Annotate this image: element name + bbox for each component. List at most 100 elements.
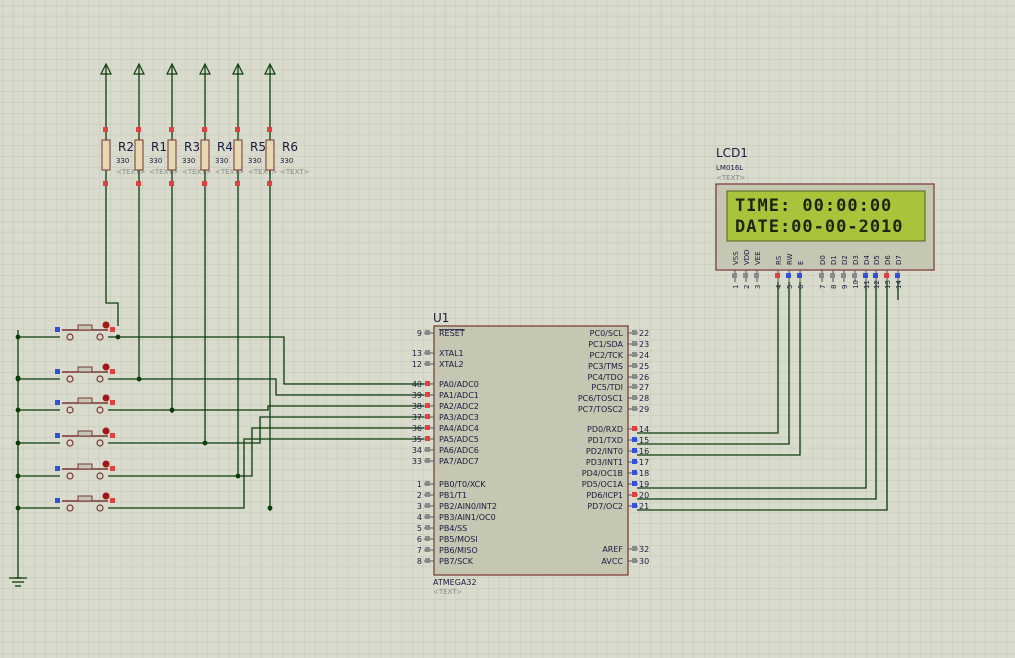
pin-marker bbox=[425, 481, 430, 486]
junction-dot bbox=[136, 376, 142, 382]
pin-number: 37 bbox=[412, 413, 422, 422]
mcu-pin-26[interactable]: 26 PC4/TDO bbox=[587, 373, 649, 382]
mcu-pin-28[interactable]: 28 PC6/TOSC1 bbox=[578, 394, 649, 403]
pin-name: RS bbox=[775, 255, 783, 265]
pin-number: 21 bbox=[639, 502, 649, 511]
pin-name: PD4/OC1B bbox=[582, 469, 623, 478]
pin-marker bbox=[743, 273, 748, 278]
resistor-ref: R1 bbox=[151, 140, 167, 154]
mcu-pin-29[interactable]: 29 PC7/TOSC2 bbox=[578, 405, 649, 414]
mcu-pin-40[interactable]: 40 PA0/ADC0 bbox=[412, 380, 479, 389]
pin-marker bbox=[830, 273, 835, 278]
pin-number: 24 bbox=[639, 351, 649, 360]
pin-number: 34 bbox=[412, 446, 422, 455]
pin-name: PB5/MOSI bbox=[439, 535, 478, 544]
pin-marker bbox=[797, 273, 802, 278]
pin-name: PA1/ADC1 bbox=[439, 391, 479, 400]
pin-marker bbox=[55, 400, 60, 405]
mcu-pin-23[interactable]: 23 PC1/SDA bbox=[588, 340, 649, 349]
pin-marker bbox=[632, 546, 637, 551]
pin-marker bbox=[55, 498, 60, 503]
pin-number: 28 bbox=[639, 394, 649, 403]
pin-number: 8 bbox=[417, 557, 422, 566]
pin-marker bbox=[235, 127, 240, 132]
switch-cap bbox=[77, 324, 93, 331]
pin-marker bbox=[425, 361, 430, 366]
mcu-pin-20[interactable]: 20 PD6/ICP1 bbox=[586, 491, 649, 500]
mcu-pin-39[interactable]: 39 PA1/ADC1 bbox=[412, 391, 479, 400]
pin-name: PB4/SS bbox=[439, 524, 467, 533]
junction-dot bbox=[15, 407, 21, 413]
junction-dot bbox=[169, 407, 175, 413]
mcu-pin-19[interactable]: 19 PD5/OC1A bbox=[582, 480, 649, 489]
mcu-pin-27[interactable]: 27 PC5/TDI bbox=[591, 383, 649, 392]
mcu-pin-25[interactable]: 25 PC3/TMS bbox=[588, 362, 649, 371]
pin-number: 33 bbox=[412, 457, 422, 466]
mcu-pin-16[interactable]: 16 PD2/INT0 bbox=[586, 447, 649, 456]
mcu-pin-14[interactable]: 14 PD0/RXD bbox=[587, 425, 649, 434]
schematic-canvas[interactable]: R2330<TEXT>R1330<TEXT>R3330<TEXT>R4330<T… bbox=[0, 0, 1015, 658]
pin-marker bbox=[873, 273, 878, 278]
lcd-line-2: DATE:00-00-2010 bbox=[735, 217, 904, 237]
mcu-pin-21[interactable]: 21 PD7/OC2 bbox=[587, 502, 649, 511]
lcd-text-placeholder: <TEXT> bbox=[716, 174, 746, 182]
pin-name: E bbox=[797, 261, 805, 265]
pin-marker bbox=[632, 503, 637, 508]
pin-number: 22 bbox=[639, 329, 649, 338]
pin-number: 32 bbox=[639, 545, 649, 554]
pin-marker bbox=[425, 436, 430, 441]
pin-marker bbox=[754, 273, 759, 278]
pin-marker bbox=[103, 181, 108, 186]
pin-name: PC6/TOSC1 bbox=[578, 394, 623, 403]
pin-name: D6 bbox=[884, 255, 892, 265]
pin-number: 11 bbox=[863, 280, 871, 289]
mcu-pin-15[interactable]: 15 PD1/TXD bbox=[588, 436, 649, 445]
junction-dot bbox=[115, 334, 121, 340]
pin-marker bbox=[632, 437, 637, 442]
mcu-pin-36[interactable]: 36 PA4/ADC4 bbox=[412, 424, 479, 433]
resistor-body bbox=[265, 139, 275, 171]
pin-name: PA4/ADC4 bbox=[439, 424, 479, 433]
pin-number: 7 bbox=[819, 285, 827, 289]
mcu-pin-22[interactable]: 22 PC0/SCL bbox=[590, 329, 650, 338]
pin-marker bbox=[202, 181, 207, 186]
mcu-pin-17[interactable]: 17 PD3/INT1 bbox=[586, 458, 649, 467]
pin-name: PC1/SDA bbox=[588, 340, 623, 349]
pin-number: 35 bbox=[412, 435, 422, 444]
mcu-pin-37[interactable]: 37 PA3/ADC3 bbox=[412, 413, 479, 422]
pin-marker bbox=[169, 127, 174, 132]
switch-indicator-icon bbox=[102, 363, 110, 371]
resistor-body bbox=[167, 139, 177, 171]
mcu-pin-18[interactable]: 18 PD4/OC1B bbox=[582, 469, 649, 478]
pin-marker bbox=[110, 498, 115, 503]
pin-marker bbox=[110, 327, 115, 332]
pin-number: 7 bbox=[417, 546, 422, 555]
resistor-value: 330 bbox=[149, 157, 162, 165]
junction-dot bbox=[15, 473, 21, 479]
pin-marker bbox=[425, 414, 430, 419]
pin-marker bbox=[425, 403, 430, 408]
pin-marker bbox=[841, 273, 846, 278]
mcu-pin-35[interactable]: 35 PA5/ADC5 bbox=[412, 435, 479, 444]
pin-number: 10 bbox=[852, 280, 860, 289]
pin-marker bbox=[425, 536, 430, 541]
pin-marker bbox=[786, 273, 791, 278]
pin-name: PD7/OC2 bbox=[587, 502, 623, 511]
pin-number: 25 bbox=[639, 362, 649, 371]
atmega32-chip[interactable]: U1 9 RESET13 XTAL112 XTAL240 PA0/ADC039 PA1/A… bbox=[412, 311, 649, 596]
pin-marker bbox=[425, 492, 430, 497]
resistor-value: 330 bbox=[248, 157, 261, 165]
switch-cap bbox=[77, 495, 93, 502]
pin-marker bbox=[632, 363, 637, 368]
pin-number: 9 bbox=[417, 329, 422, 338]
pin-name: PD1/TXD bbox=[588, 436, 623, 445]
pin-name: VDD bbox=[743, 249, 751, 265]
pin-name: PC3/TMS bbox=[588, 362, 623, 371]
mcu-pin-24[interactable]: 24 PC2/TCK bbox=[590, 351, 650, 360]
pin-name: PB1/T1 bbox=[439, 491, 467, 500]
pin-marker bbox=[632, 459, 637, 464]
mcu-pin-38[interactable]: 38 PA2/ADC2 bbox=[412, 402, 479, 411]
mcu-pin-33[interactable]: 33 PA7/ADC7 bbox=[412, 457, 479, 466]
pin-number: 4 bbox=[775, 284, 783, 289]
mcu-pin-34[interactable]: 34 PA6/ADC6 bbox=[412, 446, 479, 455]
